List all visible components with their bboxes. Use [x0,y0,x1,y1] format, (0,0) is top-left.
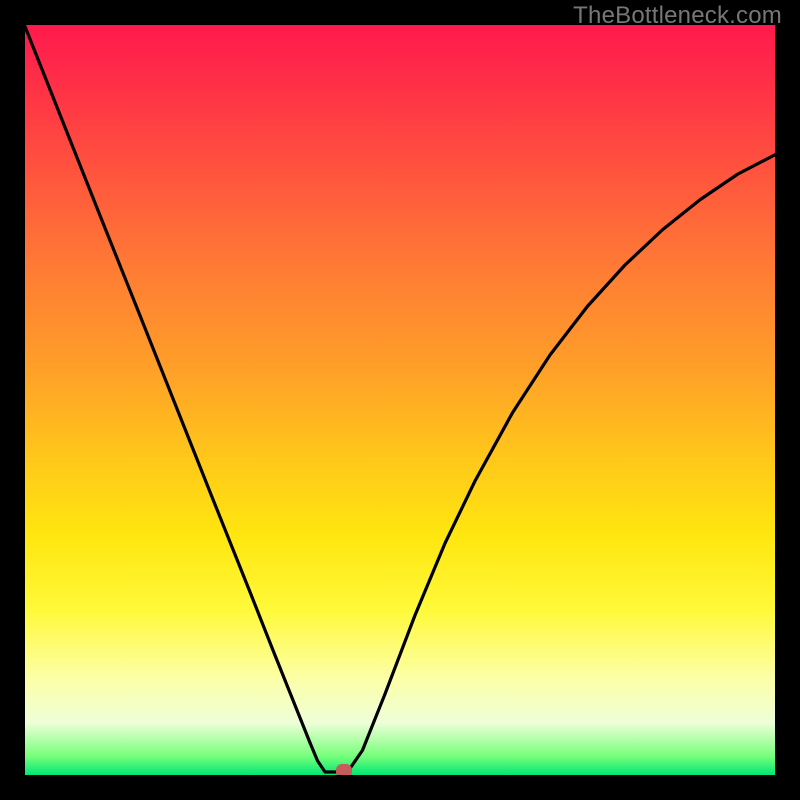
watermark-text: TheBottleneck.com [573,2,782,30]
curve-svg [25,25,775,775]
optimal-point-marker [336,764,352,775]
plot-area [25,25,775,775]
bottleneck-curve [25,27,775,773]
chart-container: TheBottleneck.com [0,0,800,800]
